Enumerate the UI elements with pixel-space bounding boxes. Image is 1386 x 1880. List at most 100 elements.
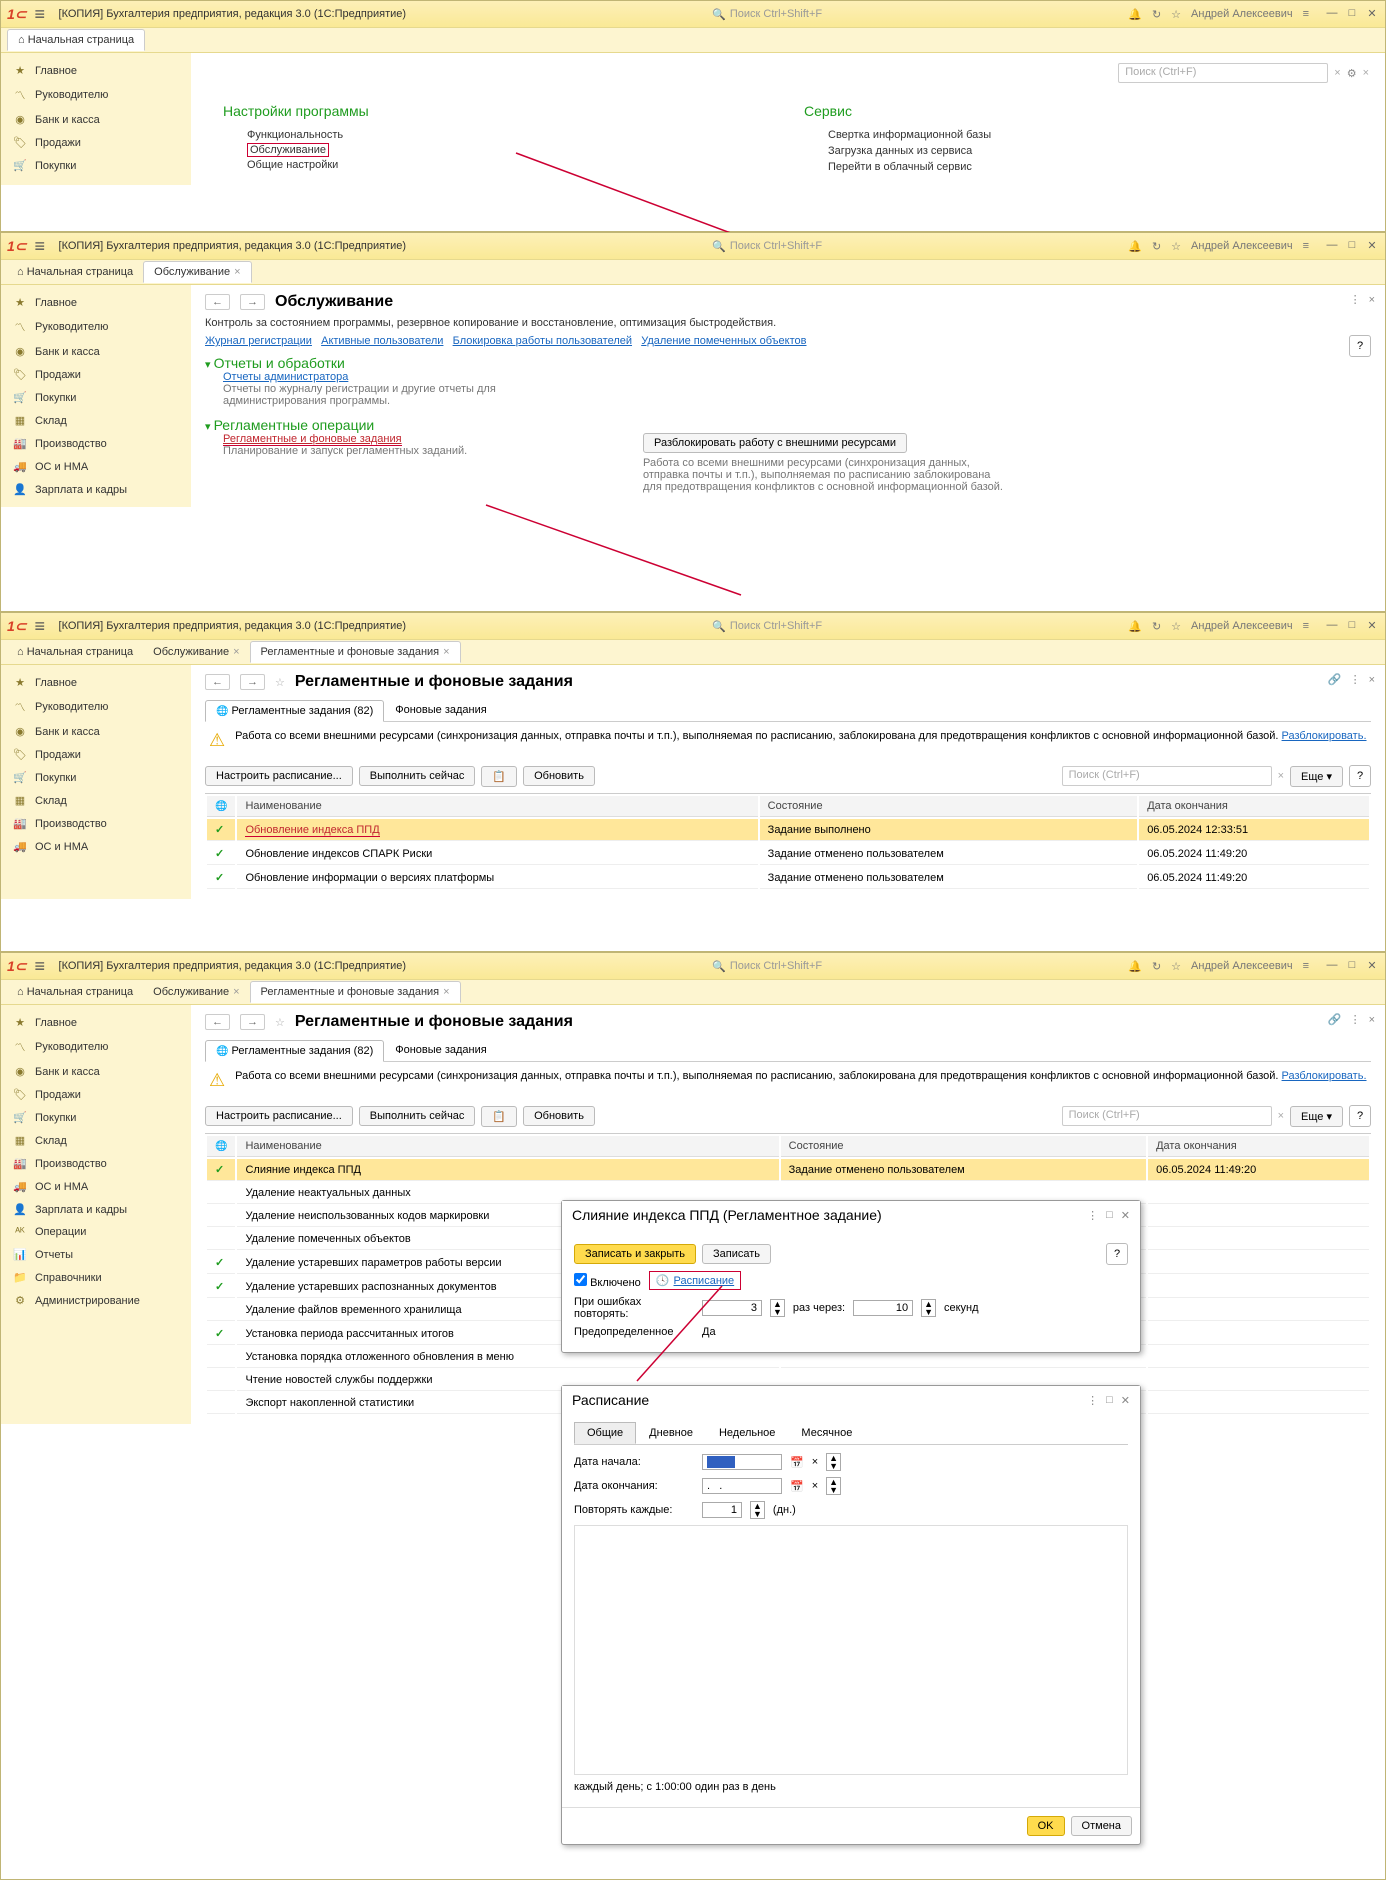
user-label[interactable]: Андрей Алексеевич <box>1191 960 1293 972</box>
run-now-button[interactable]: Выполнить сейчас <box>359 1106 476 1126</box>
history-icon[interactable]: ↻ <box>1152 240 1161 253</box>
close-tab-icon[interactable]: × <box>443 646 449 658</box>
col-state[interactable]: Состояние <box>760 796 1138 817</box>
link-icon[interactable]: 🔗 <box>1328 1013 1342 1026</box>
sidebar-main[interactable]: ★Главное <box>1 1011 191 1034</box>
sidebar-bank[interactable]: ◉Банк и касса <box>1 720 191 743</box>
close-panel-icon[interactable]: × <box>1369 1014 1375 1026</box>
link-svc1[interactable]: Свертка информационной базы <box>828 127 1353 143</box>
spinner-icon[interactable]: ▲▼ <box>921 1299 936 1317</box>
table-row[interactable]: ✓Обновление индекса ППДЗадание выполнено… <box>207 819 1369 841</box>
clear-icon[interactable]: × <box>1334 67 1340 79</box>
subtab-scheduled[interactable]: Регламентные задания (82) <box>205 700 384 722</box>
star-icon[interactable]: ☆ <box>1171 960 1181 973</box>
table-row[interactable]: ✓Обновление информации о версиях платфор… <box>207 867 1369 889</box>
tab-home[interactable]: Начальная страница <box>7 262 143 282</box>
subtab-background[interactable]: Фоновые задания <box>384 1039 497 1061</box>
close-tab-icon[interactable]: × <box>233 986 239 998</box>
section-reports[interactable]: Отчеты и обработки <box>214 355 345 371</box>
calendar-icon[interactable]: 📅 <box>790 1480 804 1493</box>
close-button[interactable]: ✕ <box>1365 619 1379 633</box>
calendar-button[interactable]: 📋 <box>481 766 517 787</box>
user-label[interactable]: Андрей Алексеевич <box>1191 240 1293 252</box>
user-label[interactable]: Андрей Алексеевич <box>1191 620 1293 632</box>
menu-icon[interactable] <box>35 4 51 25</box>
kebab-icon[interactable]: ⋮ <box>1087 1394 1098 1407</box>
help-button[interactable]: ? <box>1349 335 1371 357</box>
sched-tab-general[interactable]: Общие <box>574 1422 636 1444</box>
tab-home[interactable]: Начальная страница <box>7 642 143 662</box>
min-button[interactable]: — <box>1325 7 1339 21</box>
filter-input[interactable]: Поиск (Ctrl+F) <box>1062 1106 1272 1126</box>
calendar-button[interactable]: 📋 <box>481 1106 517 1127</box>
table-row[interactable]: ✓Обновление индексов СПАРК РискиЗадание … <box>207 843 1369 865</box>
max-button[interactable]: □ <box>1345 619 1359 633</box>
bell-icon[interactable]: 🔔 <box>1128 620 1142 633</box>
min-button[interactable]: — <box>1325 959 1339 973</box>
sidebar-sales[interactable]: 🏷Продажи <box>1 131 191 154</box>
tab-home[interactable]: Начальная страница <box>7 29 145 51</box>
link-service[interactable]: Обслуживание <box>247 143 329 157</box>
sidebar-main[interactable]: ★Главное <box>1 671 191 694</box>
bell-icon[interactable]: 🔔 <box>1128 240 1142 253</box>
history-icon[interactable]: ↻ <box>1152 620 1161 633</box>
retry-interval-input[interactable] <box>853 1300 913 1316</box>
schedule-config-button[interactable]: Настроить расписание... <box>205 766 353 786</box>
sidebar-main[interactable]: ★Главное <box>1 291 191 314</box>
more-button[interactable]: Еще ▾ <box>1290 1106 1343 1127</box>
sidebar-head[interactable]: 〽Руководителю <box>1 1034 191 1060</box>
date-start-input[interactable] <box>702 1454 782 1470</box>
search-top[interactable]: 🔍 Поиск Ctrl+Shift+F <box>712 8 822 21</box>
max-button[interactable]: □ <box>1345 239 1359 253</box>
sidebar-stock[interactable]: ▦Склад <box>1 1129 191 1152</box>
calendar-icon[interactable]: 📅 <box>790 1456 804 1469</box>
sidebar-admin[interactable]: ⚙Администрирование <box>1 1289 191 1312</box>
star-icon[interactable]: ☆ <box>1171 620 1181 633</box>
link-icon[interactable]: 🔗 <box>1328 673 1342 686</box>
menu-icon[interactable] <box>35 236 51 257</box>
sidebar-main[interactable]: ★Главное <box>1 59 191 82</box>
col-date[interactable]: Дата окончания <box>1139 796 1369 817</box>
close-button[interactable]: ✕ <box>1365 959 1379 973</box>
subtab-background[interactable]: Фоновые задания <box>384 699 497 721</box>
help-button[interactable]: ? <box>1106 1243 1128 1265</box>
search-main[interactable]: Поиск (Ctrl+F) <box>1118 63 1328 83</box>
unblock-button[interactable]: Разблокировать работу с внешними ресурса… <box>643 433 907 453</box>
back-button[interactable]: ← <box>205 1014 230 1030</box>
refresh-button[interactable]: Обновить <box>523 1106 595 1126</box>
sidebar-head[interactable]: 〽Руководителю <box>1 314 191 340</box>
min-button[interactable]: — <box>1325 239 1339 253</box>
search-top[interactable]: 🔍 Поиск Ctrl+Shift+F <box>712 620 822 633</box>
link-svc3[interactable]: Перейти в облачный сервис <box>828 159 1353 175</box>
sidebar-buy[interactable]: 🛒Покупки <box>1 386 191 409</box>
tab-service[interactable]: Обслуживание× <box>143 642 249 662</box>
sidebar-ops[interactable]: ᴬᴷОперации <box>1 1221 191 1243</box>
repeat-value-input[interactable] <box>702 1502 742 1518</box>
star-icon[interactable]: ☆ <box>1171 8 1181 21</box>
close-tab-icon[interactable]: × <box>443 986 449 998</box>
burger-right-icon[interactable]: ≡ <box>1303 960 1309 972</box>
tab-service[interactable]: Обслуживание× <box>143 982 249 1002</box>
sidebar-buy[interactable]: 🛒Покупки <box>1 1106 191 1129</box>
sidebar-buy[interactable]: 🛒Покупки <box>1 154 191 177</box>
close-button[interactable]: ✕ <box>1365 239 1379 253</box>
sidebar-sales[interactable]: 🏷Продажи <box>1 1083 191 1106</box>
sidebar-reports[interactable]: 📊Отчеты <box>1 1243 191 1266</box>
clear-icon[interactable]: × <box>1278 770 1284 782</box>
back-button[interactable]: ← <box>205 674 230 690</box>
sidebar-bank[interactable]: ◉Банк и касса <box>1 340 191 363</box>
tab-home[interactable]: Начальная страница <box>7 982 143 1002</box>
save-close-button[interactable]: Записать и закрыть <box>574 1244 696 1264</box>
help-button[interactable]: ? <box>1349 1105 1371 1127</box>
save-button[interactable]: Записать <box>702 1244 771 1264</box>
tab-jobs[interactable]: Регламентные и фоновые задания× <box>250 641 461 663</box>
close-tab-icon[interactable]: × <box>233 646 239 658</box>
max-button[interactable]: □ <box>1345 7 1359 21</box>
link-svc2[interactable]: Загрузка данных из сервиса <box>828 143 1353 159</box>
spinner-icon[interactable]: ▲▼ <box>826 1477 841 1495</box>
star-icon[interactable]: ☆ <box>275 676 285 689</box>
back-button[interactable]: ← <box>205 294 230 310</box>
spinner-icon[interactable]: ▲▼ <box>750 1501 765 1519</box>
subtab-scheduled[interactable]: Регламентные задания (82) <box>205 1040 384 1062</box>
schedule-config-button[interactable]: Настроить расписание... <box>205 1106 353 1126</box>
